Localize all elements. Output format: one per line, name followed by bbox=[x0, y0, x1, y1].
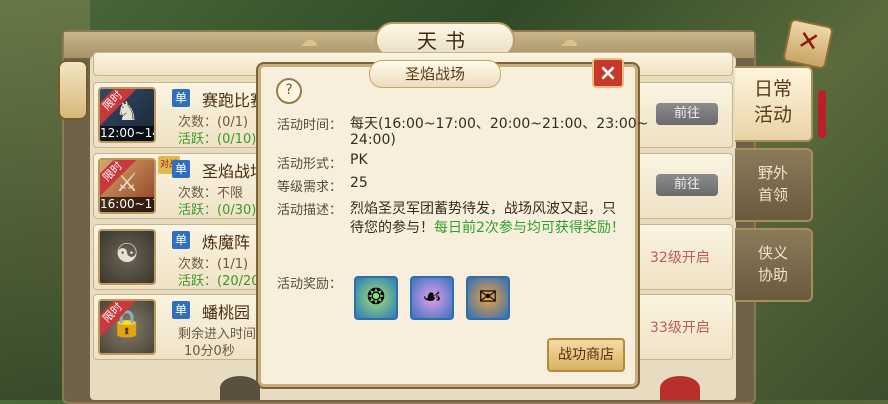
tassel-decoration bbox=[818, 90, 826, 138]
activity-name: 蟠桃园 bbox=[202, 303, 251, 322]
popup-close-button[interactable]: × bbox=[592, 58, 624, 88]
tab-label: 首领 bbox=[757, 186, 788, 204]
tab-label: 侠义 bbox=[757, 244, 788, 262]
field-label-time: 活动时间： bbox=[277, 118, 343, 133]
cloud-decoration-left: ☁ bbox=[300, 30, 318, 51]
field-value-desc-cont: 待您的参与！每日前2次参与均可获得奖励！ bbox=[350, 220, 625, 236]
merit-shop-button[interactable]: 战功商店 bbox=[547, 338, 625, 372]
scroll-icon[interactable]: ☙ bbox=[410, 276, 454, 320]
level-requirement: 33级开启 bbox=[650, 320, 710, 336]
solo-badge: 单 bbox=[172, 231, 190, 249]
active-line: 活跃：(0/30) bbox=[178, 203, 257, 218]
red-pouch-icon[interactable]: ✉ bbox=[466, 276, 510, 320]
field-label-level: 等级需求： bbox=[277, 180, 343, 195]
field-label-rewards: 活动奖励： bbox=[277, 277, 343, 292]
activity-name: 圣焰战场 bbox=[202, 162, 267, 181]
horse-icon: ♞ 限时 12:00~14:00 bbox=[98, 87, 156, 143]
lantern-decoration bbox=[58, 60, 88, 120]
close-window-button[interactable]: ✕ bbox=[781, 17, 835, 71]
bottom-ornament bbox=[220, 376, 260, 400]
go-button[interactable]: 前往 bbox=[656, 174, 718, 196]
close-icon: × bbox=[598, 61, 618, 86]
tab-label: 日常 bbox=[753, 78, 792, 100]
go-button[interactable]: 前往 bbox=[656, 103, 718, 125]
reward-highlight: 每日前2次参与均可获得奖励！ bbox=[434, 220, 625, 236]
tab-daily-activities[interactable]: 日常 活动 bbox=[735, 66, 813, 142]
field-value-format: PK bbox=[350, 152, 368, 168]
field-label-desc: 活动描述： bbox=[277, 203, 343, 218]
close-icon: ✕ bbox=[794, 25, 823, 59]
green-gem-icon[interactable]: ❂ bbox=[354, 276, 398, 320]
demon-icon: ☯ bbox=[98, 229, 156, 285]
cloud-decoration-right: ☁ bbox=[560, 30, 578, 51]
crossed-swords-icon: ⚔ 限时 16:00~17:00 bbox=[98, 158, 156, 214]
activity-time: 12:00~14:00 bbox=[100, 126, 154, 141]
help-icon[interactable]: ? bbox=[276, 78, 302, 104]
tab-label: 野外 bbox=[757, 164, 788, 182]
field-value-desc: 烈焰圣灵军团蓄势待发，战场风波又起，只 bbox=[350, 201, 616, 217]
popup-title: 圣焰战场 bbox=[369, 60, 501, 88]
bottom-ornament bbox=[660, 376, 700, 400]
tab-field-bosses[interactable]: 野外 首领 bbox=[735, 148, 813, 222]
lock-icon: 🔒 限时 bbox=[98, 299, 156, 355]
solo-badge: 单 bbox=[172, 160, 190, 178]
activity-name: 赛跑比赛 bbox=[202, 91, 267, 110]
active-line: 活跃：(20/20) bbox=[178, 274, 265, 289]
field-value-time-cont: 24:00) bbox=[350, 132, 396, 148]
activity-name: 炼魔阵 bbox=[202, 233, 251, 252]
level-requirement: 32级开启 bbox=[650, 250, 710, 266]
active-line: 活跃：(0/10) bbox=[178, 132, 257, 147]
activity-time: 16:00~17:00 bbox=[100, 197, 154, 212]
field-value-time: 每天(16:00~17:00、20:00~21:00、23:00~ bbox=[350, 116, 649, 132]
tab-assist[interactable]: 侠义 协助 bbox=[735, 228, 813, 302]
field-label-format: 活动形式： bbox=[277, 157, 343, 172]
field-value-level: 25 bbox=[350, 175, 368, 191]
solo-badge: 单 bbox=[172, 89, 190, 107]
tab-label: 活动 bbox=[753, 104, 792, 126]
tab-label: 协助 bbox=[757, 266, 788, 284]
remaining-time-value: 10分0秒 bbox=[184, 344, 235, 359]
solo-badge: 单 bbox=[172, 301, 190, 319]
